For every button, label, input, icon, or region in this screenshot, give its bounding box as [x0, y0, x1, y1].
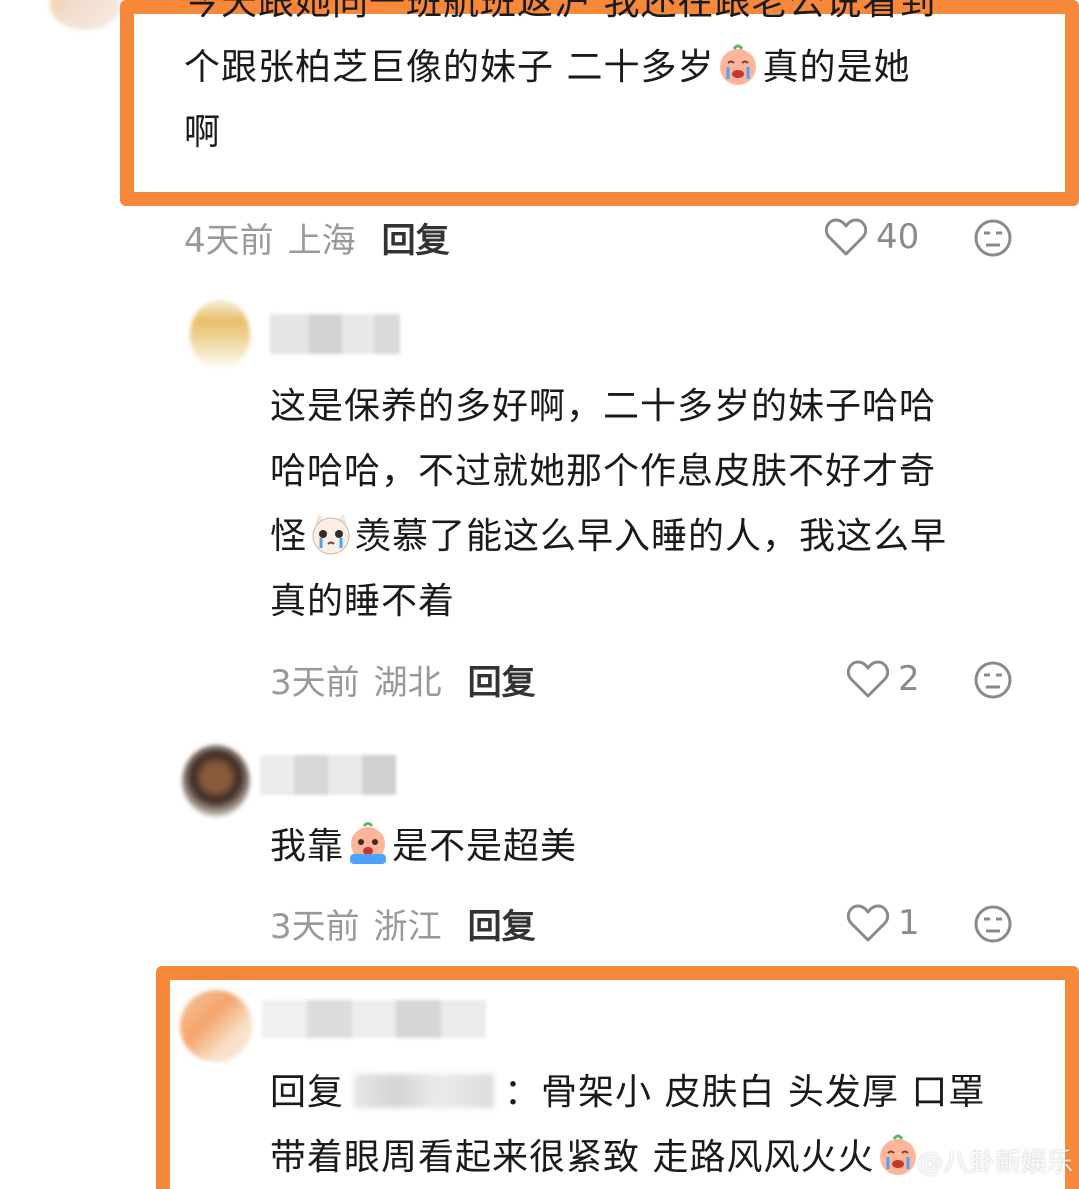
comment-location: 上海 [287, 220, 356, 261]
comment-text: 回复 ：骨架小 皮肤白 头发厚 口罩 带着眼周看起来很紧致 走路风风火火 [270, 1060, 985, 1189]
like-count: 1 [898, 903, 920, 943]
heart-icon [824, 218, 868, 256]
comment-line: 这是保养的多好啊，二十多岁的妹子哈哈 [270, 386, 937, 427]
comment-meta: 3天前 湖北 回复 [270, 655, 536, 704]
comment-thread-screenshot: 今天跟她同一班航班返沪 我还在跟老公说看到 个跟张柏芝巨像的妹子 二十多岁 真的… [0, 0, 1079, 1189]
comment-time: 3天前 [270, 906, 360, 947]
avatar[interactable] [182, 745, 250, 817]
cry-emoji [350, 822, 387, 864]
comment-line: 怪 羡慕了能这么早入睡的人，我这么早 [270, 504, 947, 569]
meh-face-icon[interactable] [973, 218, 1013, 258]
comment-line: 今天跟她同一班航班返沪 我还在跟老公说看到 [184, 0, 937, 23]
comment-location: 湖北 [373, 662, 442, 703]
comment-line: 啊 [184, 112, 222, 153]
meh-face-icon[interactable] [973, 904, 1013, 944]
comment-meta: 4天前 上海 回复 [184, 213, 450, 262]
comment-line: 哈哈哈，不过就她那个作息皮肤不好才奇 [270, 451, 937, 492]
comment-time: 4天前 [184, 220, 274, 261]
cry-emoji [720, 44, 757, 85]
comment-meta: 3天前 浙江 回复 [270, 899, 536, 948]
comment-line: 回复 ：骨架小 皮肤白 头发厚 口罩 [270, 1072, 986, 1113]
like-button[interactable]: 2 [846, 656, 920, 702]
comment-text: 这是保养的多好啊，二十多岁的妹子哈哈 哈哈哈，不过就她那个作息皮肤不好才奇 怪 … [270, 374, 947, 634]
avatar[interactable] [180, 990, 252, 1062]
cat-cry-emoji [312, 514, 350, 555]
username-blurred[interactable] [270, 314, 400, 354]
comment-line: 我靠 是不是超美 [270, 814, 577, 879]
watermark: @八卦新娱乐 [916, 1148, 1073, 1178]
reply-button[interactable]: 回复 [468, 899, 536, 948]
reply-prefix: 回复 [270, 1072, 345, 1113]
comment-location: 浙江 [373, 906, 442, 947]
like-button[interactable]: 1 [846, 900, 920, 946]
reply-button[interactable]: 回复 [382, 213, 450, 262]
comment-text: 今天跟她同一班航班返沪 我还在跟老公说看到 个跟张柏芝巨像的妹子 二十多岁 真的… [184, 0, 936, 165]
comment-time: 3天前 [270, 662, 360, 703]
like-button[interactable]: 40 [824, 214, 919, 260]
cry-emoji [880, 1134, 917, 1175]
comment-line: 真的睡不着 [270, 581, 456, 622]
meh-face-icon[interactable] [973, 660, 1013, 700]
username-blurred[interactable] [260, 755, 396, 795]
reply-button[interactable]: 回复 [468, 655, 536, 704]
like-count: 40 [876, 217, 920, 257]
mention-blurred[interactable] [354, 1074, 495, 1108]
heart-icon [846, 904, 890, 942]
username-blurred[interactable] [262, 1000, 486, 1038]
avatar[interactable] [190, 300, 250, 370]
like-count: 2 [898, 659, 920, 699]
avatar[interactable] [50, 0, 120, 30]
comment-line: 个跟张柏芝巨像的妹子 二十多岁 真的是她 [184, 35, 936, 100]
comment-line: 带着眼周看起来很紧致 走路风风火火 [270, 1125, 985, 1189]
comment-text: 我靠 是不是超美 [270, 814, 577, 879]
heart-icon [846, 660, 890, 698]
